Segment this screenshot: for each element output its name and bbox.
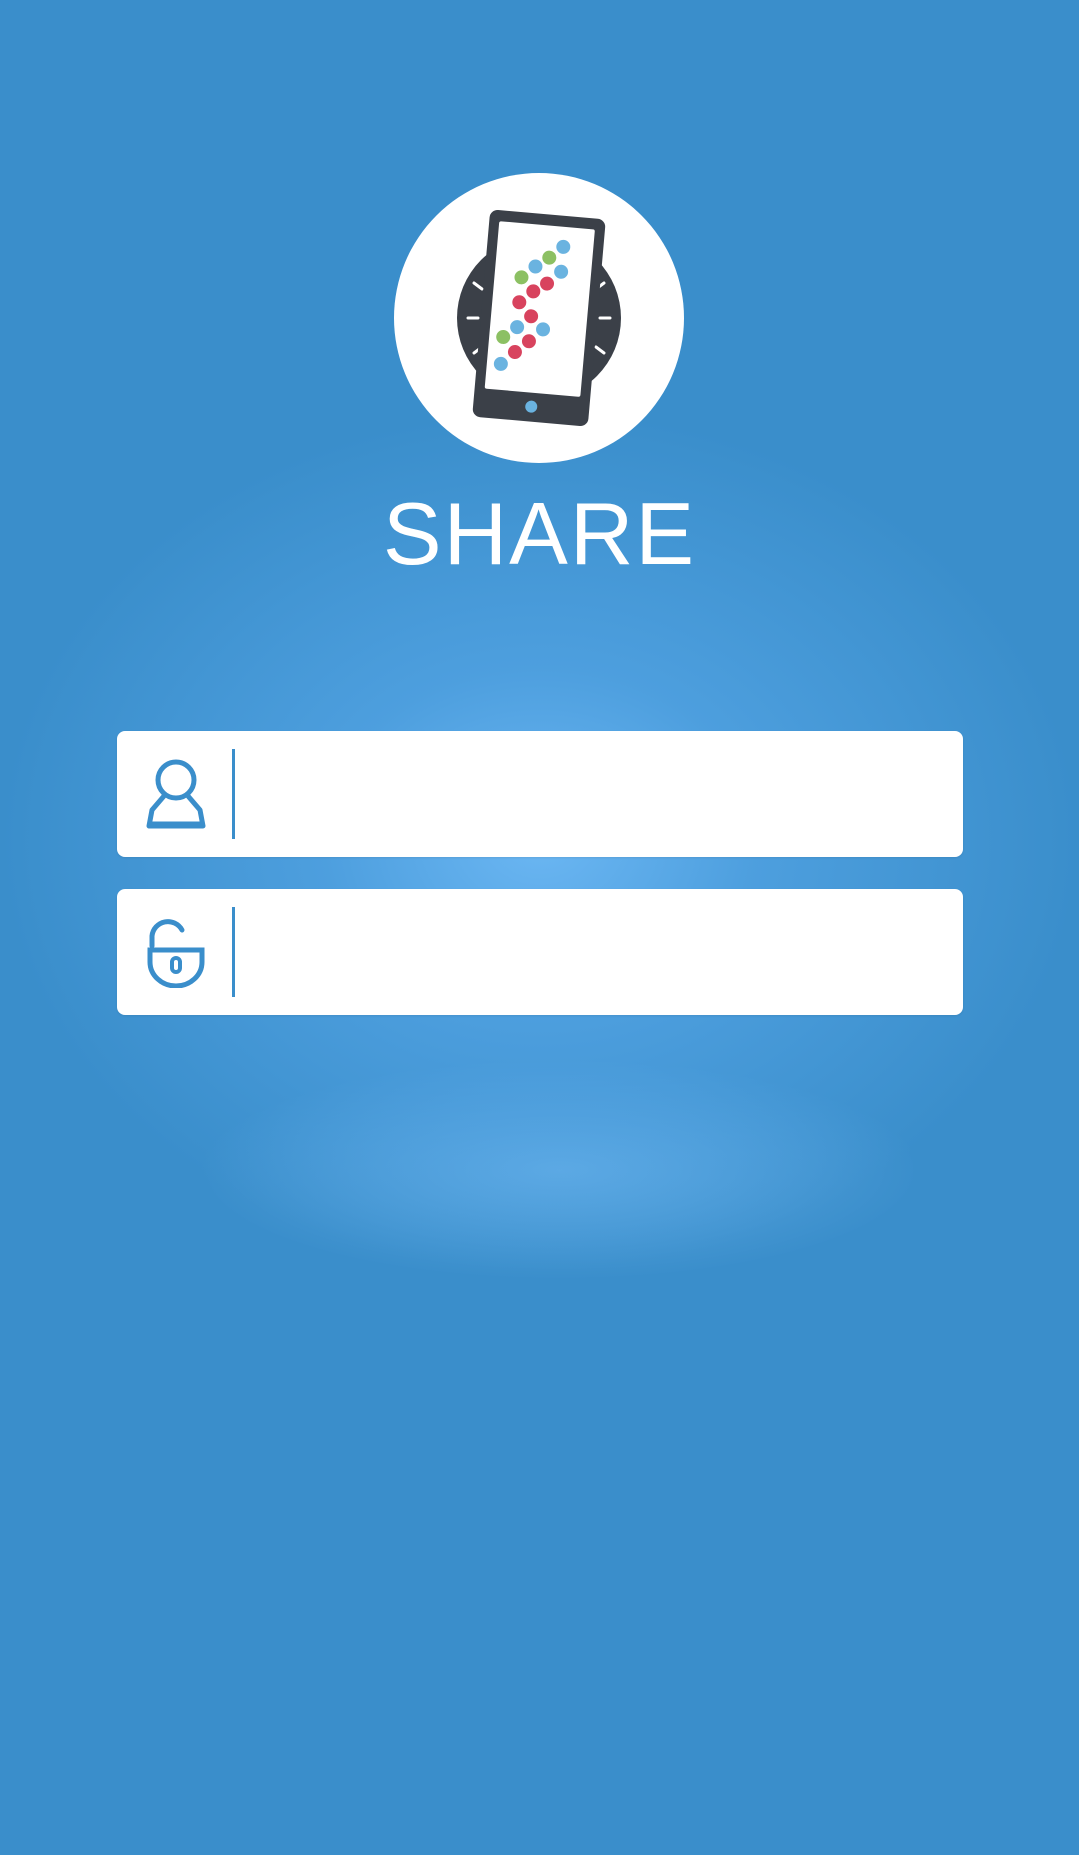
- user-icon: [144, 758, 208, 830]
- unlock-icon: [144, 916, 208, 989]
- phone-with-colored-dots-icon: [457, 210, 621, 426]
- username-input[interactable]: [252, 749, 942, 839]
- password-field[interactable]: [117, 889, 963, 1015]
- app-title: SHARE: [382, 484, 697, 583]
- field-divider: [232, 749, 235, 839]
- field-divider: [232, 907, 235, 997]
- app-logo: [394, 173, 684, 463]
- password-input[interactable]: [252, 907, 942, 997]
- username-field[interactable]: [117, 731, 963, 857]
